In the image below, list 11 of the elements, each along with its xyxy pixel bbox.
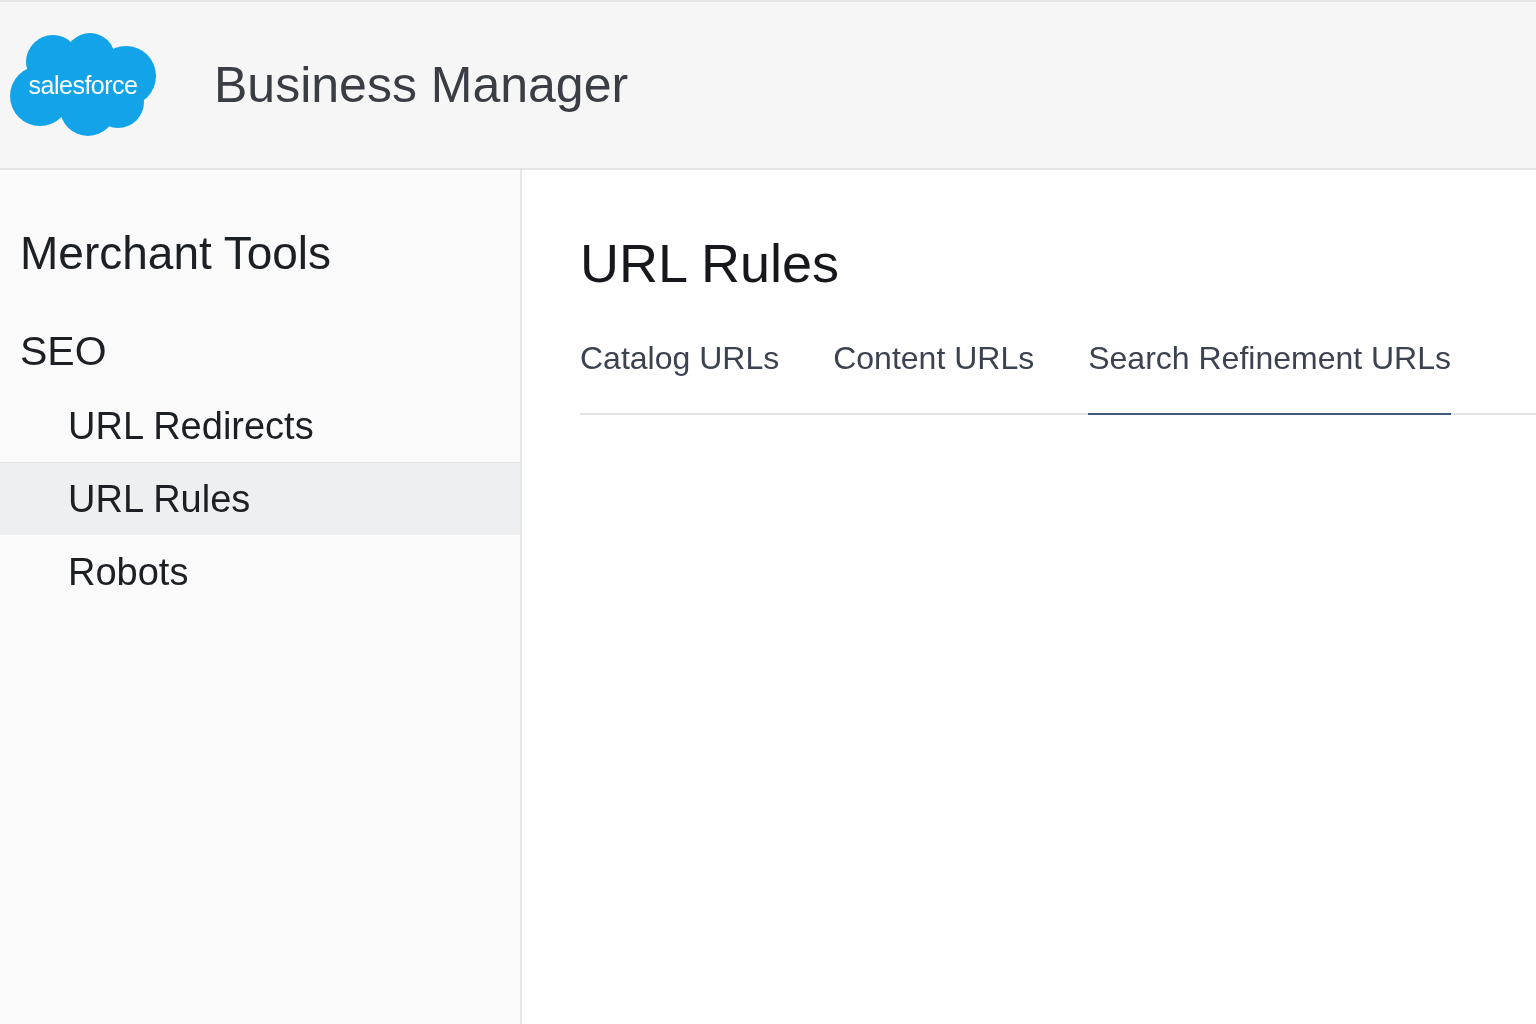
- sidebar-heading: Merchant Tools: [19, 226, 333, 280]
- app-title: Business Manager: [214, 56, 629, 114]
- logo-text: salesforce: [28, 70, 138, 100]
- page-title: URL Rules: [580, 232, 841, 294]
- sidebar-section-title: SEO: [19, 328, 108, 375]
- sidebar-item[interactable]: URL Redirects: [0, 389, 520, 462]
- tab[interactable]: Content URLs: [833, 340, 1035, 415]
- sidebar-item[interactable]: Robots: [0, 535, 520, 608]
- sidebar-item[interactable]: URL Rules: [0, 462, 520, 535]
- tab[interactable]: Catalog URLs: [580, 340, 780, 415]
- tab[interactable]: Search Refinement URLs: [1088, 340, 1451, 415]
